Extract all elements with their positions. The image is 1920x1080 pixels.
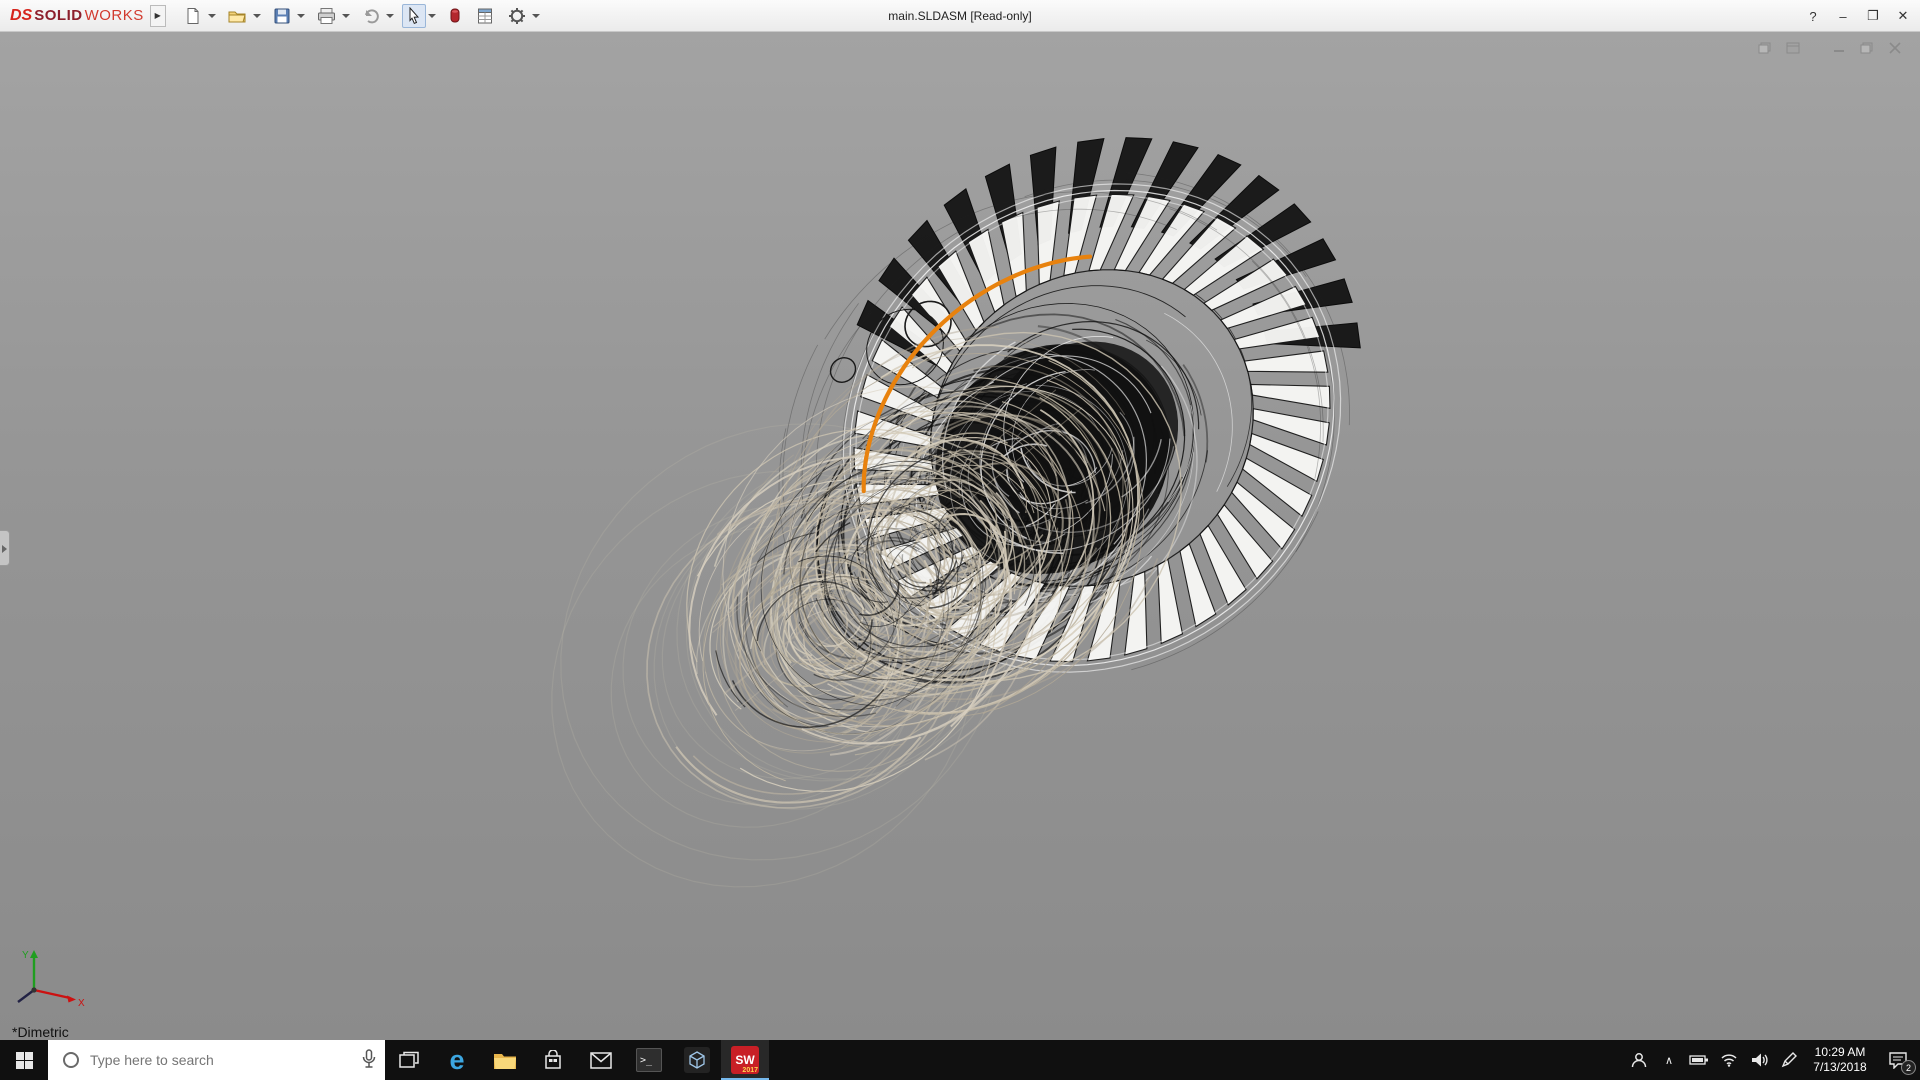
restore-button[interactable]: ❐ [1858, 3, 1888, 29]
people-button[interactable] [1624, 1040, 1654, 1080]
battery-button[interactable] [1684, 1040, 1714, 1080]
command-prompt-button[interactable]: >_ [625, 1040, 673, 1080]
notification-badge: 2 [1901, 1060, 1916, 1075]
solidworks-logo: DS SOLID WORKS [4, 7, 150, 25]
document-title: main.SLDASM [Read-only] [888, 9, 1032, 23]
file-explorer-button[interactable] [481, 1040, 529, 1080]
file-explorer-icon [494, 1053, 516, 1069]
solidworks-app-icon: SW 2017 [731, 1046, 759, 1074]
child-close-icon[interactable] [1886, 40, 1904, 55]
sw-label: SW [735, 1053, 755, 1067]
child-window-controls [1756, 40, 1904, 55]
window-controls: ? – ❐ ✕ [1798, 0, 1918, 32]
new-document-dropdown[interactable] [207, 13, 216, 18]
network-button[interactable] [1714, 1040, 1744, 1080]
sw-year: 2017 [742, 1067, 758, 1074]
menu-flyout-button[interactable]: ▶ [149, 4, 166, 27]
new-document-icon [187, 7, 199, 24]
taskbar-search[interactable] [48, 1040, 385, 1080]
pen-icon [1781, 1052, 1797, 1068]
select-tool-button[interactable] [401, 3, 426, 28]
panel-flyout-tab[interactable] [0, 530, 10, 566]
store-button[interactable] [529, 1040, 577, 1080]
cube-app-icon [684, 1047, 710, 1073]
volume-button[interactable] [1744, 1040, 1774, 1080]
speaker-icon [1752, 1053, 1768, 1067]
undo-icon [364, 8, 379, 23]
system-tray: ∧ 10:29 AM 7/13/2018 2 [1624, 1040, 1920, 1080]
options-dropdown[interactable] [531, 13, 540, 18]
search-input[interactable] [48, 1040, 385, 1080]
dark-cube-app-button[interactable] [673, 1040, 721, 1080]
minimize-button[interactable]: – [1828, 3, 1858, 29]
options-button[interactable] [504, 4, 530, 28]
chevron-up-icon: ∧ [1664, 1054, 1674, 1067]
action-center-button[interactable]: 2 [1876, 1040, 1920, 1080]
tray-overflow-button[interactable]: ∧ [1654, 1040, 1684, 1080]
brand-works-text: WORKS [84, 6, 144, 24]
brand-solid-text: SOLID [34, 6, 83, 24]
edge-browser-button[interactable]: e [433, 1040, 481, 1080]
mail-button[interactable] [577, 1040, 625, 1080]
save-button[interactable] [269, 4, 295, 28]
help-button[interactable]: ? [1798, 3, 1828, 29]
new-document-button[interactable] [180, 4, 206, 28]
options-gear-icon [508, 7, 525, 24]
print-dropdown[interactable] [341, 13, 350, 18]
model-wireframe[interactable] [0, 32, 1920, 1040]
pen-button[interactable] [1774, 1040, 1804, 1080]
command-prompt-icon: >_ [636, 1048, 662, 1072]
app-titlebar: DS SOLID WORKS ▶ main.SLDASM [Read-only]… [0, 0, 1920, 32]
mail-icon [590, 1051, 612, 1069]
edge-icon: e [449, 1044, 465, 1075]
red-cylinder-icon [450, 8, 460, 22]
open-dropdown[interactable] [252, 13, 261, 18]
battery-icon [1689, 1055, 1708, 1065]
print-icon [317, 7, 335, 24]
ds-logo-icon: DS [10, 6, 33, 24]
start-button[interactable] [0, 1040, 48, 1080]
child-restore-icon[interactable] [1756, 40, 1774, 55]
windows-logo-icon [15, 1051, 33, 1069]
windows-taskbar: e >_ SW 2017 [0, 1040, 1920, 1080]
clock-time: 10:29 AM [1814, 1045, 1866, 1059]
save-icon [274, 8, 290, 23]
wifi-icon [1721, 1054, 1737, 1067]
triad-x-label: X [78, 998, 85, 1009]
task-view-button[interactable] [385, 1040, 433, 1080]
select-tool-dropdown[interactable] [427, 13, 436, 18]
task-view-icon [399, 1051, 419, 1068]
open-icon [228, 11, 246, 22]
taskbar-clock[interactable]: 10:29 AM 7/13/2018 [1804, 1040, 1876, 1080]
report-button[interactable] [472, 4, 498, 28]
cortana-icon [63, 1052, 79, 1068]
report-icon [477, 8, 492, 23]
triad-y-label: Y [22, 950, 29, 961]
undo-dropdown[interactable] [385, 13, 394, 18]
undo-button[interactable] [358, 4, 384, 28]
graphics-area[interactable]: Y X *Dimetric [0, 32, 1920, 1040]
microphone-icon[interactable] [361, 1049, 377, 1071]
child-minimize-icon[interactable] [1830, 40, 1848, 55]
view-orientation-label: *Dimetric [12, 1024, 69, 1040]
close-button[interactable]: ✕ [1888, 3, 1918, 29]
open-button[interactable] [224, 4, 251, 28]
red-tool-button[interactable] [444, 4, 466, 28]
save-dropdown[interactable] [296, 13, 305, 18]
child-new-window-icon[interactable] [1784, 40, 1802, 55]
child-maximize-icon[interactable] [1858, 40, 1876, 55]
print-button[interactable] [313, 4, 340, 28]
select-arrow-icon [409, 6, 419, 24]
standard-toolbar [180, 3, 546, 28]
reference-triad[interactable]: Y X [8, 944, 92, 1016]
solidworks-app-button[interactable]: SW 2017 [721, 1040, 769, 1080]
store-icon [545, 1050, 561, 1069]
clock-date: 7/13/2018 [1813, 1060, 1867, 1074]
